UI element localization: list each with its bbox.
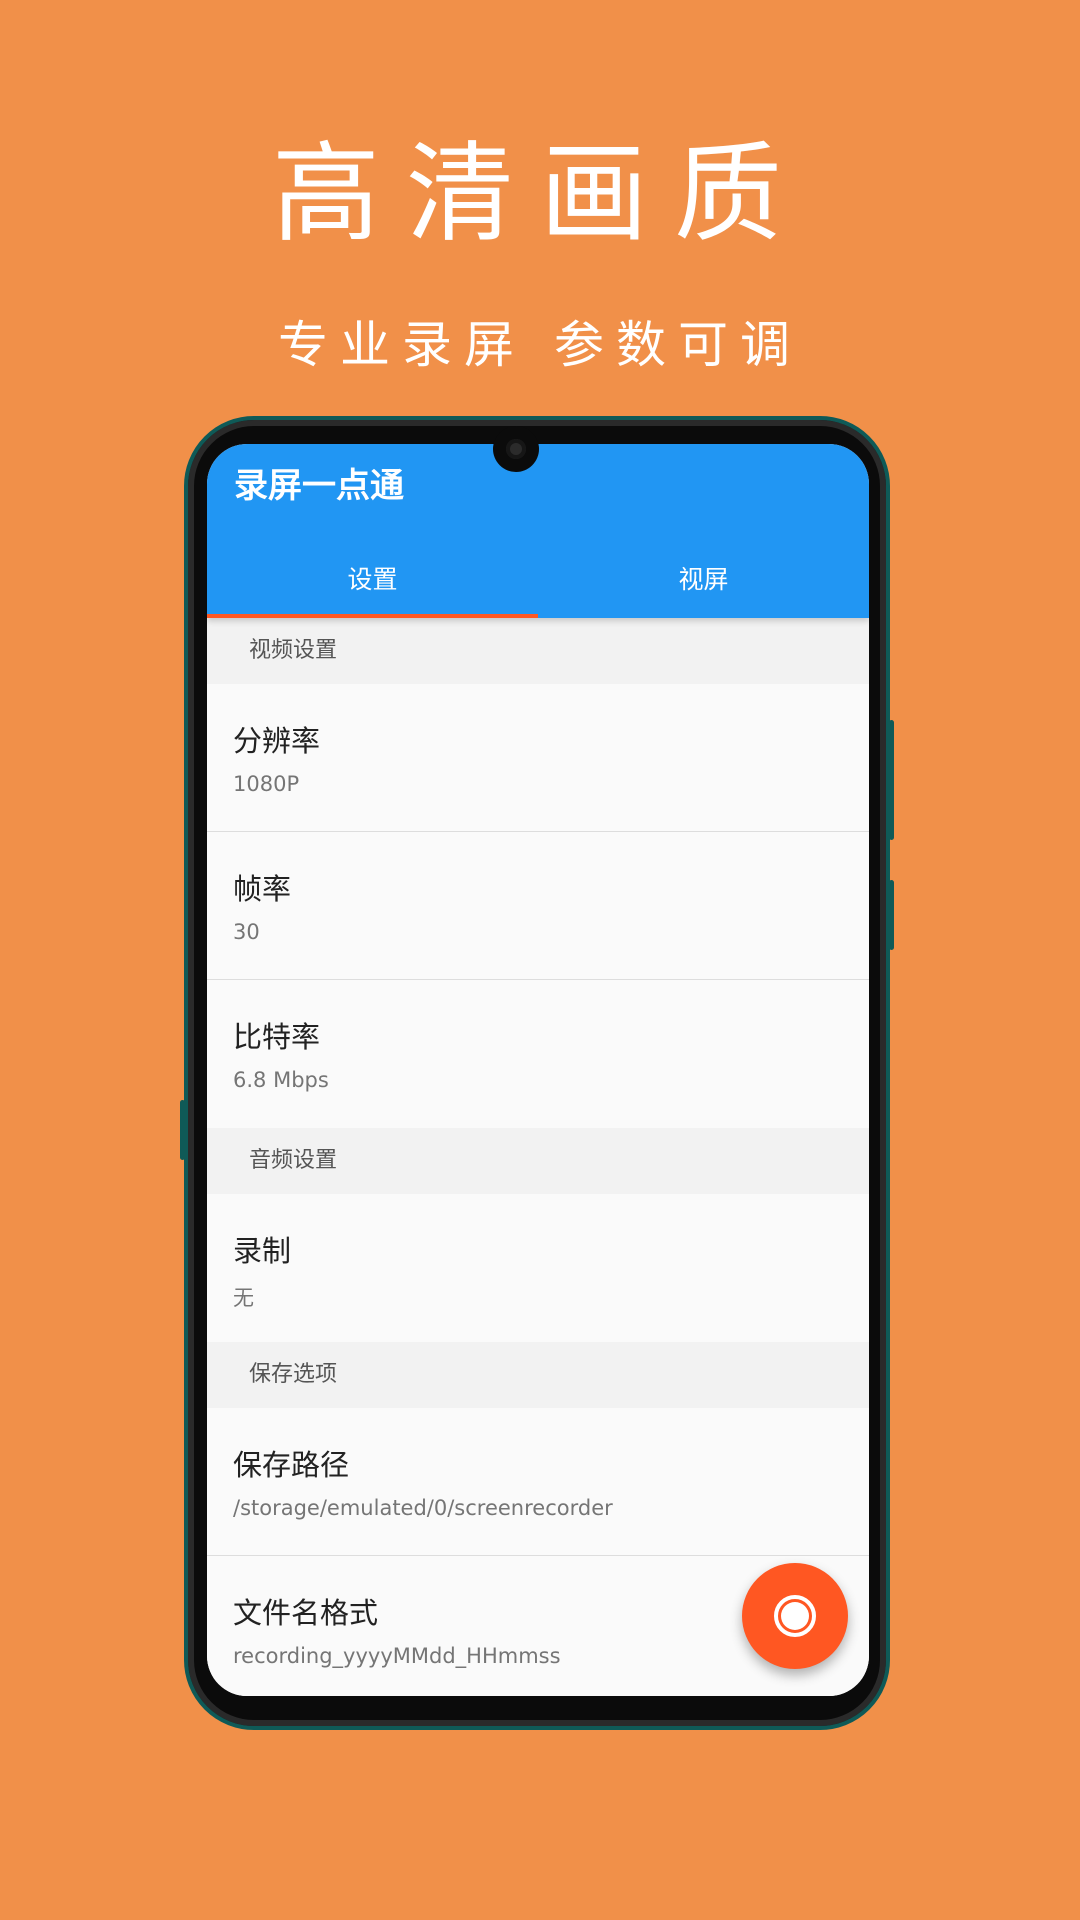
section-header-video: 视频设置 bbox=[207, 618, 869, 684]
phone-side-button bbox=[180, 1100, 185, 1160]
setting-value: 30 bbox=[233, 920, 260, 944]
setting-value: recording_yyyyMMdd_HHmmss bbox=[233, 1644, 561, 1668]
record-button[interactable] bbox=[742, 1563, 848, 1669]
setting-value: /storage/emulated/0/screenrecorder bbox=[233, 1496, 613, 1520]
record-icon bbox=[774, 1595, 816, 1637]
setting-frame-rate[interactable]: 帧率 30 bbox=[207, 832, 869, 980]
tab-videos-label: 视屏 bbox=[678, 565, 729, 594]
setting-title: 分辨率 bbox=[233, 724, 321, 758]
promo-subtitle: 专业录屏 参数可调 bbox=[278, 316, 802, 374]
front-camera-icon bbox=[493, 426, 539, 472]
setting-title: 保存路径 bbox=[233, 1448, 350, 1482]
tab-settings[interactable]: 设置 bbox=[207, 548, 538, 618]
promo-title: 高清画质 bbox=[271, 132, 808, 257]
setting-bitrate[interactable]: 比特率 6.8 Mbps bbox=[207, 980, 869, 1128]
app-title: 录屏一点通 bbox=[234, 466, 404, 506]
setting-title: 帧率 bbox=[233, 872, 292, 906]
phone-volume-button bbox=[889, 720, 894, 840]
setting-value: 6.8 Mbps bbox=[233, 1068, 329, 1092]
setting-title: 录制 bbox=[233, 1234, 292, 1268]
setting-title: 文件名格式 bbox=[233, 1596, 379, 1630]
settings-list: 视频设置 分辨率 1080P 帧率 30 比特率 6.8 Mbps 音频设置 录… bbox=[207, 618, 869, 1696]
setting-audio-record[interactable]: 录制 无 bbox=[207, 1194, 869, 1342]
setting-save-path[interactable]: 保存路径 /storage/emulated/0/screenrecorder bbox=[207, 1408, 869, 1556]
phone-power-button bbox=[889, 880, 894, 950]
tab-settings-label: 设置 bbox=[347, 565, 398, 594]
section-header-save: 保存选项 bbox=[207, 1342, 869, 1408]
tab-indicator bbox=[207, 614, 538, 618]
app-bar: 录屏一点通 设置 视屏 bbox=[207, 444, 869, 618]
tab-videos[interactable]: 视屏 bbox=[538, 548, 869, 618]
setting-resolution[interactable]: 分辨率 1080P bbox=[207, 684, 869, 832]
setting-title: 比特率 bbox=[233, 1020, 321, 1054]
app-screen: 录屏一点通 设置 视屏 视频设置 分辨率 1080P 帧率 30 比特率 6.8… bbox=[207, 444, 869, 1696]
setting-value: 1080P bbox=[233, 772, 300, 796]
setting-value: 无 bbox=[233, 1286, 254, 1310]
section-header-audio: 音频设置 bbox=[207, 1128, 869, 1194]
